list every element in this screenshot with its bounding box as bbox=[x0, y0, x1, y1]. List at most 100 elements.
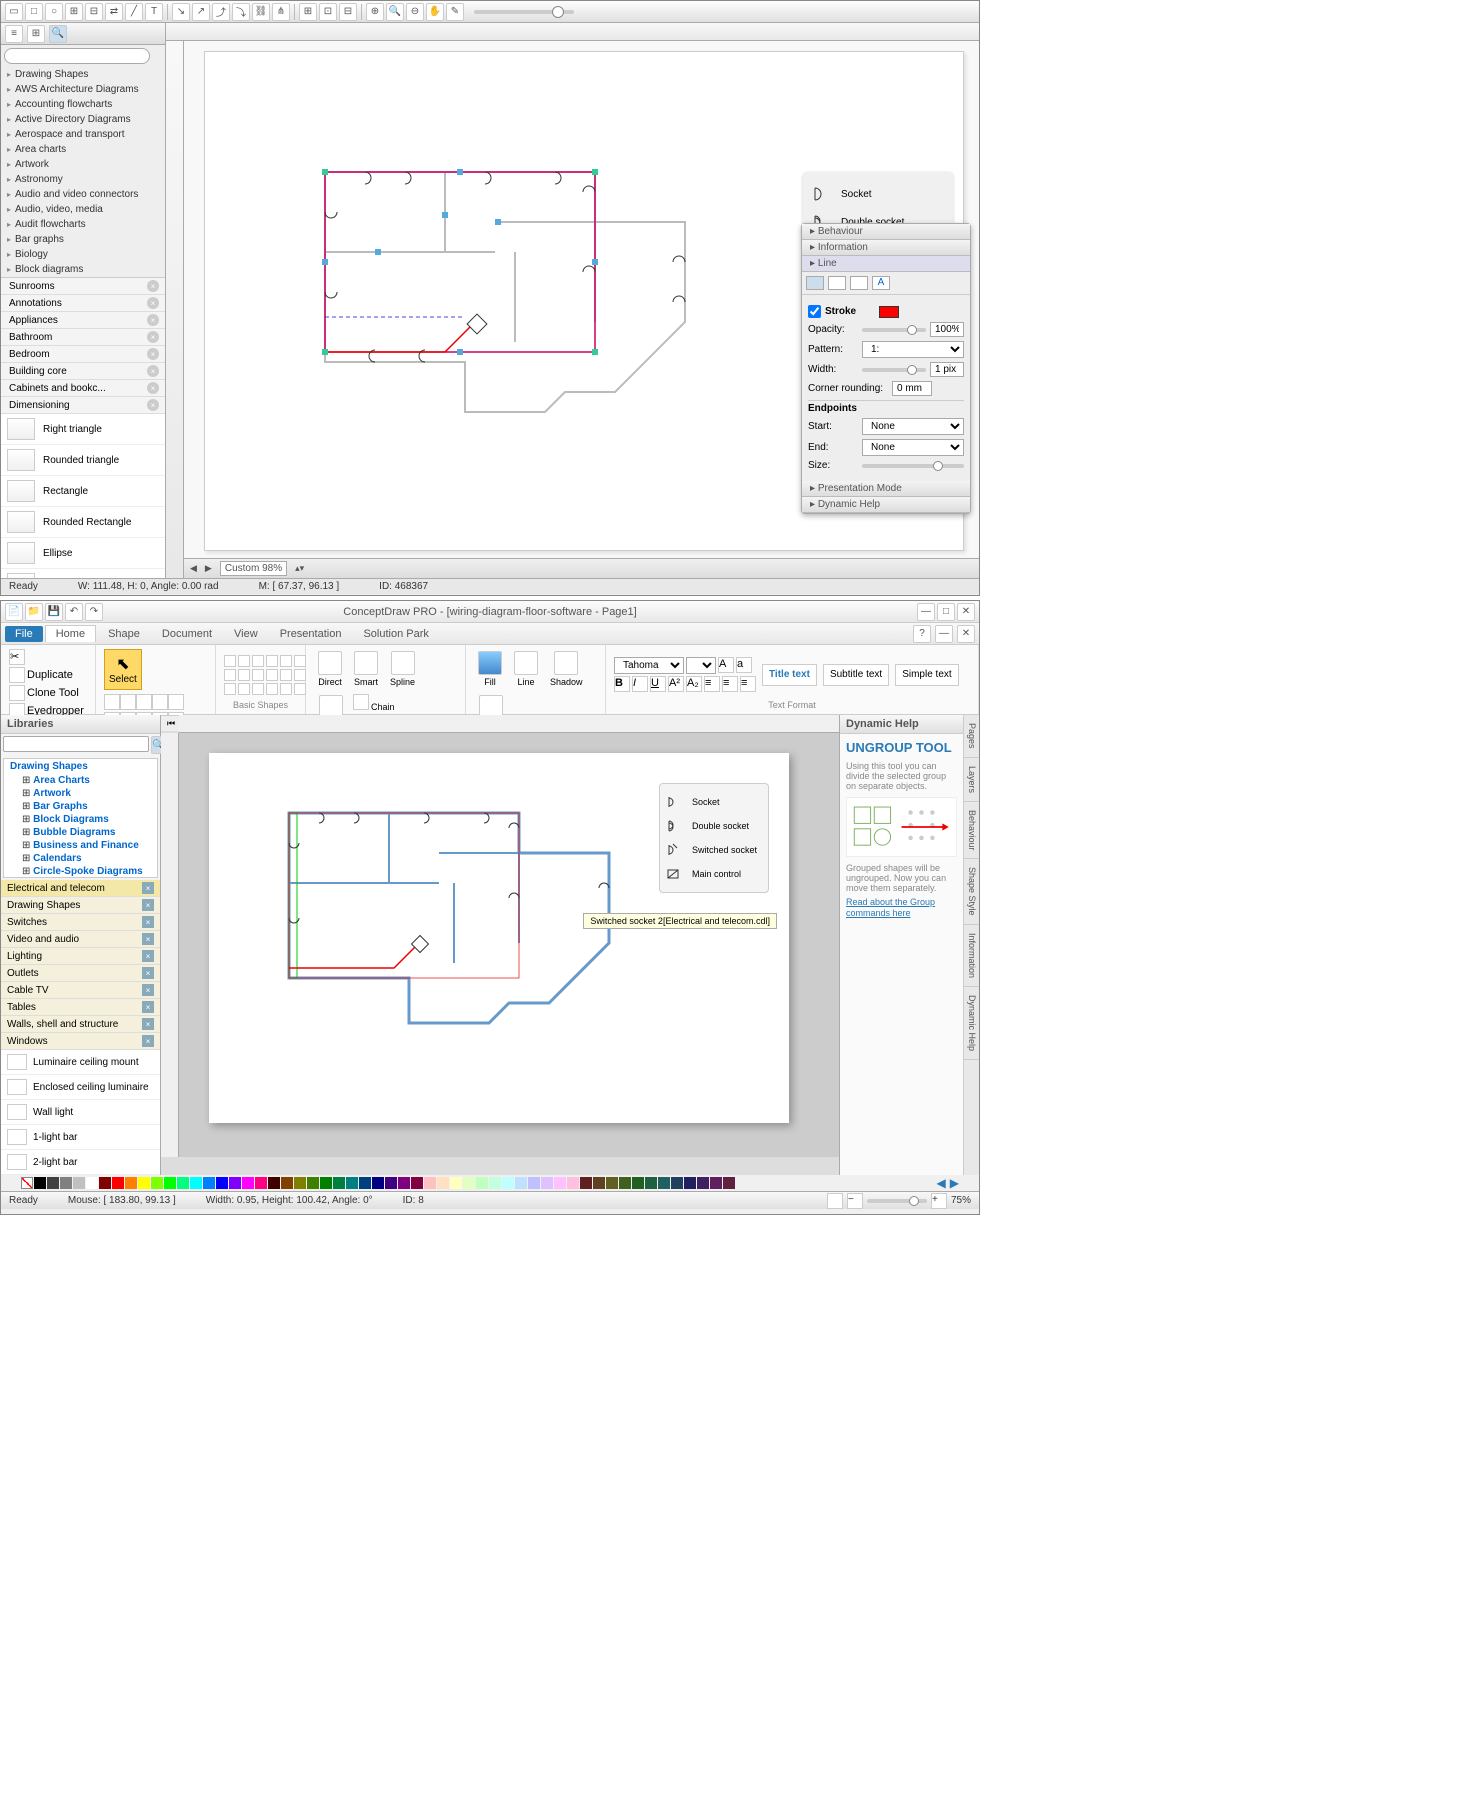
bs-18[interactable] bbox=[294, 683, 306, 695]
minimize-icon[interactable]: — bbox=[917, 603, 935, 621]
close-icon[interactable]: × bbox=[147, 399, 159, 411]
lib-shape-item[interactable]: Wall light bbox=[1, 1100, 160, 1125]
subgroup-item[interactable]: Cabinets and bookc...× bbox=[1, 380, 165, 397]
drawing-page[interactable]: Socket Double socket Switched socket Mai… bbox=[209, 753, 789, 1123]
color-swatch[interactable] bbox=[593, 1177, 605, 1189]
shape-item[interactable]: Rectangle bbox=[1, 476, 165, 507]
tab-home[interactable]: Home bbox=[45, 625, 96, 642]
side-tab[interactable]: Shape Style bbox=[964, 859, 979, 925]
color-swatch[interactable] bbox=[723, 1177, 735, 1189]
tool-arrow1[interactable]: ↘ bbox=[172, 3, 190, 21]
bs-11[interactable] bbox=[280, 669, 292, 681]
shape-search-input[interactable] bbox=[4, 48, 150, 64]
props-dynamic-help-section[interactable]: Dynamic Help bbox=[802, 497, 970, 513]
sidebar-view1-icon[interactable]: ≡ bbox=[5, 25, 23, 43]
color-swatch[interactable] bbox=[255, 1177, 267, 1189]
font-grow-icon[interactable]: A bbox=[718, 657, 734, 673]
dt-line-icon[interactable] bbox=[136, 694, 152, 710]
shape-item[interactable]: Right triangle bbox=[1, 414, 165, 445]
lib-tree-item[interactable]: Calendars bbox=[4, 852, 157, 865]
color-none-icon[interactable] bbox=[21, 1177, 33, 1189]
category-item[interactable]: AWS Architecture Diagrams bbox=[1, 82, 165, 97]
category-item[interactable]: Audio, video, media bbox=[1, 202, 165, 217]
category-item[interactable]: Artwork bbox=[1, 157, 165, 172]
tool-zoom-out[interactable]: ⊖ bbox=[406, 3, 424, 21]
category-item[interactable]: Active Directory Diagrams bbox=[1, 112, 165, 127]
shadow-button[interactable]: Shadow bbox=[546, 649, 587, 689]
color-swatch[interactable] bbox=[671, 1177, 683, 1189]
close-icon[interactable]: × bbox=[147, 365, 159, 377]
floorplan-drawing[interactable] bbox=[315, 162, 695, 432]
close-icon[interactable]: × bbox=[147, 314, 159, 326]
dt-text-icon[interactable] bbox=[168, 694, 184, 710]
color-swatch[interactable] bbox=[437, 1177, 449, 1189]
lib-shape-item[interactable]: Enclosed ceiling luminaire bbox=[1, 1075, 160, 1100]
category-item[interactable]: Area charts bbox=[1, 142, 165, 157]
tab-shape[interactable]: Shape bbox=[98, 626, 150, 642]
close-icon[interactable]: × bbox=[142, 967, 154, 979]
view-mode-icon[interactable] bbox=[827, 1193, 843, 1209]
color-swatch[interactable] bbox=[515, 1177, 527, 1189]
color-swatch[interactable] bbox=[424, 1177, 436, 1189]
bs-17[interactable] bbox=[280, 683, 292, 695]
color-swatch[interactable] bbox=[203, 1177, 215, 1189]
pattern-select[interactable]: 1: bbox=[862, 341, 964, 358]
bold-icon[interactable]: B bbox=[614, 676, 630, 692]
sidebar-search-icon[interactable]: 🔍 bbox=[49, 25, 67, 43]
italic-icon[interactable]: I bbox=[632, 676, 648, 692]
subgroup-item[interactable]: Bedroom× bbox=[1, 346, 165, 363]
color-swatch[interactable] bbox=[619, 1177, 631, 1189]
tool-arrow2[interactable]: ↗ bbox=[192, 3, 210, 21]
tool-pointer[interactable]: ▭ bbox=[5, 3, 23, 21]
color-swatch[interactable] bbox=[697, 1177, 709, 1189]
color-swatch[interactable] bbox=[320, 1177, 332, 1189]
zoom-display[interactable]: Custom 98% bbox=[220, 561, 287, 576]
lib-category-item[interactable]: Windows× bbox=[1, 1033, 160, 1050]
close-icon[interactable]: × bbox=[147, 348, 159, 360]
tool-align3[interactable]: ⊟ bbox=[339, 3, 357, 21]
shape-item[interactable]: Ellipse bbox=[1, 538, 165, 569]
opacity-value-input[interactable] bbox=[930, 322, 964, 337]
lib-tree-item[interactable]: Area Charts bbox=[4, 774, 157, 787]
close-icon[interactable]: × bbox=[142, 899, 154, 911]
close-icon[interactable]: × bbox=[142, 1001, 154, 1013]
color-swatch[interactable] bbox=[606, 1177, 618, 1189]
props-tab-fill-icon[interactable] bbox=[828, 276, 846, 290]
category-item[interactable]: Biology bbox=[1, 247, 165, 262]
color-swatch[interactable] bbox=[34, 1177, 46, 1189]
ribbon-help-icon[interactable]: ? bbox=[913, 625, 931, 643]
category-item[interactable]: Audit flowcharts bbox=[1, 217, 165, 232]
zoom-slider[interactable] bbox=[474, 10, 574, 14]
tool-zoom-fit[interactable]: ⊕ bbox=[366, 3, 384, 21]
tool-rect[interactable]: □ bbox=[25, 3, 43, 21]
ribbon-close-icon[interactable]: ✕ bbox=[957, 625, 975, 643]
palette-next-icon[interactable]: ▶ bbox=[950, 1176, 959, 1190]
color-swatch[interactable] bbox=[372, 1177, 384, 1189]
conn-smart-button[interactable]: Smart bbox=[350, 649, 382, 689]
close-icon[interactable]: × bbox=[147, 280, 159, 292]
shape-item[interactable]: Rounded triangle bbox=[1, 445, 165, 476]
close-icon[interactable]: × bbox=[142, 950, 154, 962]
close-icon[interactable]: × bbox=[147, 297, 159, 309]
color-swatch[interactable] bbox=[125, 1177, 137, 1189]
side-tab[interactable]: Dynamic Help bbox=[964, 987, 979, 1060]
lib-category-item[interactable]: Electrical and telecom× bbox=[1, 880, 160, 897]
end-select[interactable]: None bbox=[862, 439, 964, 456]
tool-group1[interactable]: ⊞ bbox=[65, 3, 83, 21]
stroke-color-swatch[interactable] bbox=[879, 306, 899, 318]
lib-tree-item[interactable]: Bubble Diagrams bbox=[4, 826, 157, 839]
dt-arc-icon[interactable] bbox=[152, 694, 168, 710]
canvas[interactable]: Socket Double socket Switched socket Mai… bbox=[179, 733, 839, 1157]
color-swatch[interactable] bbox=[489, 1177, 501, 1189]
font-shrink-icon[interactable]: a bbox=[736, 657, 752, 673]
color-swatch[interactable] bbox=[463, 1177, 475, 1189]
subgroup-item[interactable]: Dimensioning× bbox=[1, 397, 165, 414]
tool-zoom-in[interactable]: 🔍 bbox=[386, 3, 404, 21]
bs-3[interactable] bbox=[252, 655, 264, 667]
width-value-input[interactable] bbox=[930, 362, 964, 377]
lib-category-item[interactable]: Tables× bbox=[1, 999, 160, 1016]
sidebar-view2-icon[interactable]: ⊞ bbox=[27, 25, 45, 43]
shape-item[interactable]: Rounded Rectangle bbox=[1, 507, 165, 538]
opacity-slider[interactable] bbox=[862, 328, 926, 332]
side-tab[interactable]: Information bbox=[964, 925, 979, 987]
